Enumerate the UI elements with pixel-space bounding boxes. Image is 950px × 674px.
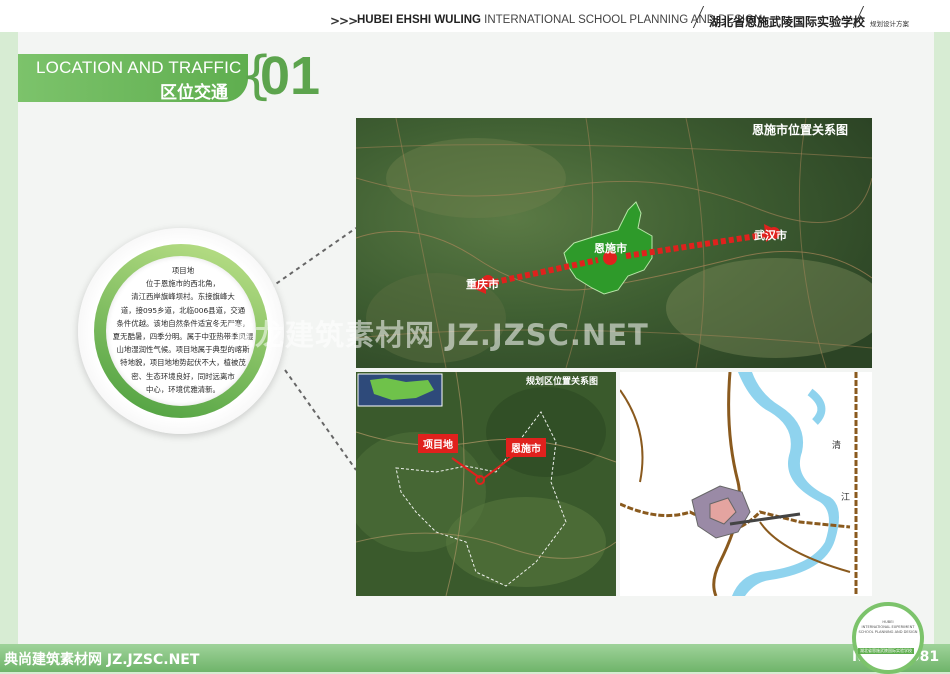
- site-road-map: 清 江: [620, 372, 872, 596]
- label-wuhan: 武汉市: [754, 229, 787, 242]
- info-heading: 项目地: [171, 266, 195, 275]
- watermark-text: 筑龙建筑素材网 JZ.JZSC.NET: [225, 318, 649, 352]
- label-site: 项目地: [418, 434, 458, 453]
- badge-line: SCHOOL PLANNING AND DESIGN: [858, 630, 918, 634]
- label-enshi: 恩施市: [594, 242, 627, 255]
- label-chongqing: 重庆市: [466, 278, 499, 291]
- road-river-map: [620, 372, 872, 596]
- info-line: 密、生态环境良好，同时远离市: [131, 371, 235, 381]
- badge-cn: 湖北省恩施武陵国际实验学校: [858, 648, 914, 654]
- satellite-terrain: [356, 372, 616, 596]
- footer-left-text: 典尚建筑素材网 JZ.JZSC.NET: [4, 652, 200, 668]
- info-line: 特地貌，项目地地势起伏不大，植被茂: [120, 358, 246, 368]
- label-jiang: 江: [841, 493, 851, 503]
- map-title: 恩施市位置关系图: [752, 123, 849, 137]
- badge-text: HUBEI INTERNATIONAL EXPERIMENT SCHOOL PL…: [856, 620, 920, 635]
- info-line: 清江西岸旗峰坝村。东接旗峰大: [131, 292, 235, 302]
- info-line: 位于恩施市的西北角，: [146, 279, 220, 289]
- info-line: 中心，环境优雅清新。: [146, 384, 220, 394]
- label-qing: 清: [832, 441, 842, 451]
- school-badge: [852, 602, 924, 674]
- label-enshi: 恩施市: [506, 438, 546, 457]
- map-title: 规划区位置关系图: [526, 377, 599, 387]
- planning-area-map: 规划区位置关系图 项目地 恩施市: [356, 372, 616, 596]
